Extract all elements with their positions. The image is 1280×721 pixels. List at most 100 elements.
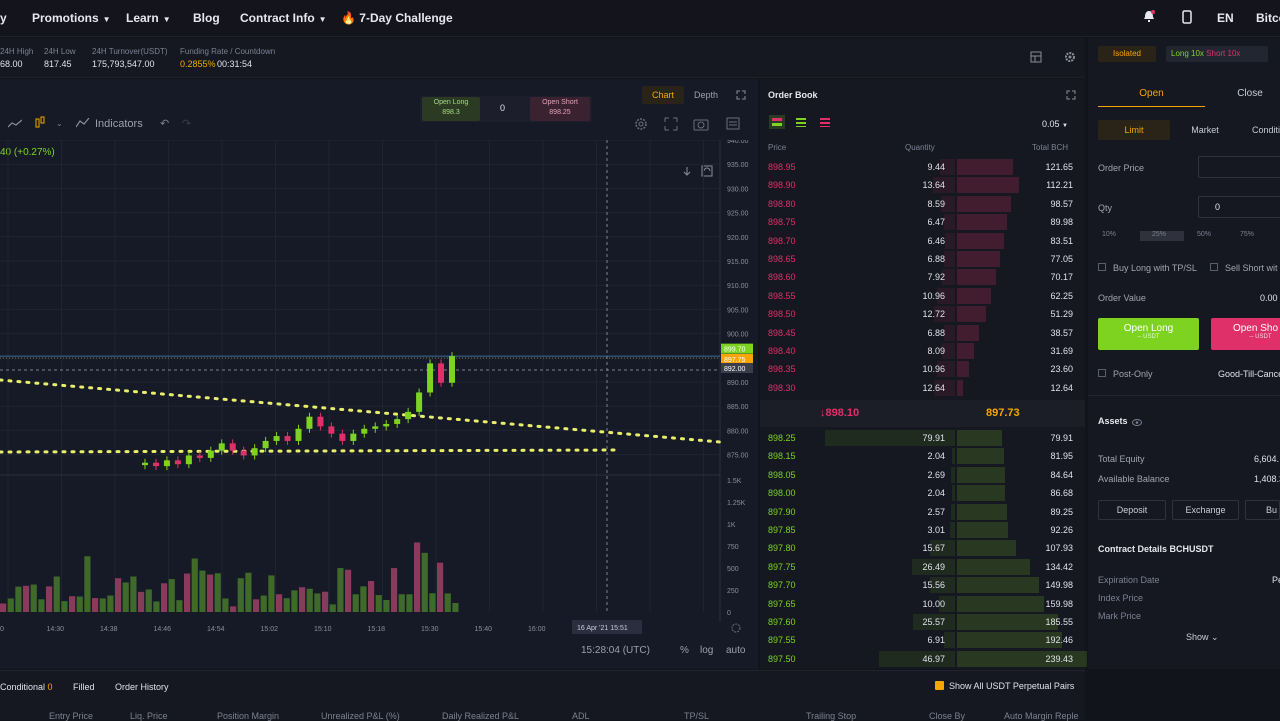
ob-qty: 46.97 (922, 653, 945, 664)
ask-row[interactable]: 898.65 6.88 77.05 (760, 250, 1085, 268)
ob-price: 897.90 (768, 506, 796, 517)
fullscreen-icon[interactable] (736, 90, 746, 103)
qty-percent-slider[interactable]: 10% 25% 50% 75% (1098, 230, 1280, 242)
bell-icon[interactable] (1143, 10, 1155, 23)
margin-mode-button[interactable]: Isolated (1098, 46, 1156, 62)
order-price-input[interactable] (1198, 156, 1280, 178)
tab-open[interactable]: Open (1098, 83, 1205, 107)
tab-depth[interactable]: Depth (688, 86, 724, 104)
pct-50[interactable]: 50% (1197, 231, 1211, 238)
deposit-button[interactable]: Deposit (1098, 500, 1166, 520)
bid-row[interactable]: 897.60 25.57 185.55 (760, 613, 1085, 631)
order-type-conditional[interactable]: Conditi (1238, 120, 1280, 140)
bid-row[interactable]: 897.50 46.97 239.43 (760, 650, 1088, 668)
bid-row[interactable]: 897.75 26.49 134.42 (760, 558, 1085, 576)
open-short-button[interactable]: Open Sho -- USDT (1211, 318, 1280, 350)
candle-type-icon[interactable] (34, 116, 46, 133)
tab-filled[interactable]: Filled (73, 682, 95, 692)
chevron-down-icon[interactable]: ⌄ (56, 119, 63, 128)
tab-close[interactable]: Close (1205, 83, 1280, 107)
view-both-icon[interactable] (769, 115, 785, 129)
bid-row[interactable]: 897.55 6.91 192.46 (760, 631, 1085, 649)
tpsl-short-checkbox[interactable] (1210, 263, 1218, 271)
nav-blog[interactable]: Blog (193, 11, 220, 25)
expand-icon[interactable] (664, 117, 678, 134)
volume-bar (329, 604, 336, 612)
open-long-button[interactable]: Open Long -- USDT (1098, 318, 1199, 350)
ask-row[interactable]: 898.80 8.59 98.57 (760, 195, 1085, 213)
ask-row[interactable]: 898.75 6.47 89.98 (760, 213, 1085, 231)
tab-chart[interactable]: Chart (642, 86, 684, 104)
post-only-checkbox[interactable] (1098, 369, 1106, 377)
layout-icon[interactable] (1030, 51, 1042, 66)
indicators-icon[interactable] (75, 117, 90, 131)
tab-order-history[interactable]: Order History (115, 682, 169, 692)
precision-select[interactable]: 0.05 ▼ (1042, 119, 1068, 129)
bid-row[interactable]: 898.25 79.91 79.91 (760, 429, 1085, 447)
quick-open-short-button[interactable]: Open Short 898.25 (530, 97, 590, 121)
pct-10[interactable]: 10% (1102, 231, 1116, 238)
buy-button[interactable]: Bu (1245, 500, 1280, 520)
tpsl-long-checkbox[interactable] (1098, 263, 1106, 271)
nav-7-day-challenge[interactable]: 🔥 7-Day Challenge (341, 11, 453, 25)
scale-percent-toggle[interactable]: % (680, 645, 689, 656)
show-more-button[interactable]: Show ⌄ (1186, 632, 1219, 643)
indicators-button[interactable]: Indicators (95, 118, 143, 130)
bid-row[interactable]: 898.00 2.04 86.68 (760, 484, 1085, 502)
show-all-checkbox[interactable] (935, 681, 944, 690)
chart-list-icon[interactable] (726, 117, 742, 134)
ask-row[interactable]: 898.40 8.09 31.69 (760, 342, 1085, 360)
price-chart[interactable]: 940.00 935.00 930.00 925.00 920.00 915.00 910.… (0, 140, 758, 640)
chart-settings-icon[interactable] (634, 117, 648, 134)
order-type-limit[interactable]: Limit (1098, 120, 1170, 140)
ask-row[interactable]: 898.35 10.96 23.60 (760, 360, 1085, 378)
ask-row[interactable]: 898.70 6.46 83.51 (760, 232, 1085, 250)
quick-open-long-button[interactable]: Open Long 898.3 (422, 97, 480, 121)
exchange-button[interactable]: Exchange (1172, 500, 1239, 520)
account-menu[interactable]: Bitco (1256, 11, 1280, 25)
ask-row[interactable]: 898.95 9.44 121.65 (760, 158, 1085, 176)
pct-75[interactable]: 75% (1240, 231, 1254, 238)
bid-row[interactable]: 898.05 2.69 84.64 (760, 466, 1085, 484)
tab-conditional[interactable]: Conditional 0 (0, 682, 53, 692)
undo-icon[interactable]: ↶ (160, 117, 169, 130)
ob-price: 897.65 (768, 598, 796, 609)
bid-row[interactable]: 897.70 15.56 149.98 (760, 576, 1085, 594)
ask-row[interactable]: 898.55 10.96 62.25 (760, 287, 1085, 305)
bid-row[interactable]: 897.85 3.01 92.26 (760, 521, 1085, 539)
volume-bar (299, 587, 306, 612)
ask-row[interactable]: 898.30 12.64 12.64 (760, 379, 1085, 397)
qty-input[interactable]: 0 (1198, 196, 1280, 218)
pct-25[interactable]: 25% (1152, 231, 1166, 238)
language-selector[interactable]: EN (1217, 11, 1234, 25)
volume-bar (23, 585, 30, 612)
settings-gear-icon[interactable] (1064, 51, 1076, 66)
bid-row[interactable]: 897.65 10.00 159.98 (760, 595, 1085, 613)
bid-row[interactable]: 898.15 2.04 81.95 (760, 447, 1085, 465)
line-chart-icon[interactable] (7, 119, 23, 132)
camera-icon[interactable] (693, 117, 709, 134)
eye-icon[interactable] (1132, 417, 1142, 429)
nav-contract-info[interactable]: Contract Info ▼ (240, 11, 327, 25)
ask-row[interactable]: 898.90 13.64 112.21 (760, 176, 1085, 194)
nav-promotions[interactable]: Promotions ▼ (32, 11, 111, 25)
ask-row[interactable]: 898.50 12.72 51.29 (760, 305, 1085, 323)
brand-fragment[interactable]: y (0, 11, 7, 25)
view-asks-icon[interactable] (818, 116, 832, 131)
order-type-market[interactable]: Market (1172, 120, 1238, 140)
bid-row[interactable]: 897.80 15.67 107.93 (760, 539, 1085, 557)
expand-icon[interactable] (1066, 90, 1076, 103)
nav-learn[interactable]: Learn ▼ (126, 11, 171, 25)
bid-row[interactable]: 897.90 2.57 89.25 (760, 503, 1085, 521)
volume-tick-label: 1K (727, 522, 736, 529)
mobile-app-icon[interactable] (1182, 10, 1192, 24)
view-bids-icon[interactable] (794, 116, 808, 131)
quick-qty-value[interactable]: 0 (500, 103, 505, 113)
redo-icon[interactable]: ↷ (182, 117, 191, 130)
scale-auto-toggle[interactable]: auto (726, 645, 745, 656)
ask-row[interactable]: 898.45 6.88 38.57 (760, 324, 1085, 342)
scale-log-toggle[interactable]: log (700, 645, 713, 656)
leverage-button[interactable]: Long 10x Short 10x (1166, 46, 1268, 62)
ask-row[interactable]: 898.60 7.92 70.17 (760, 268, 1085, 286)
time-in-force-select[interactable]: Good-Till-Cance (1218, 369, 1280, 379)
